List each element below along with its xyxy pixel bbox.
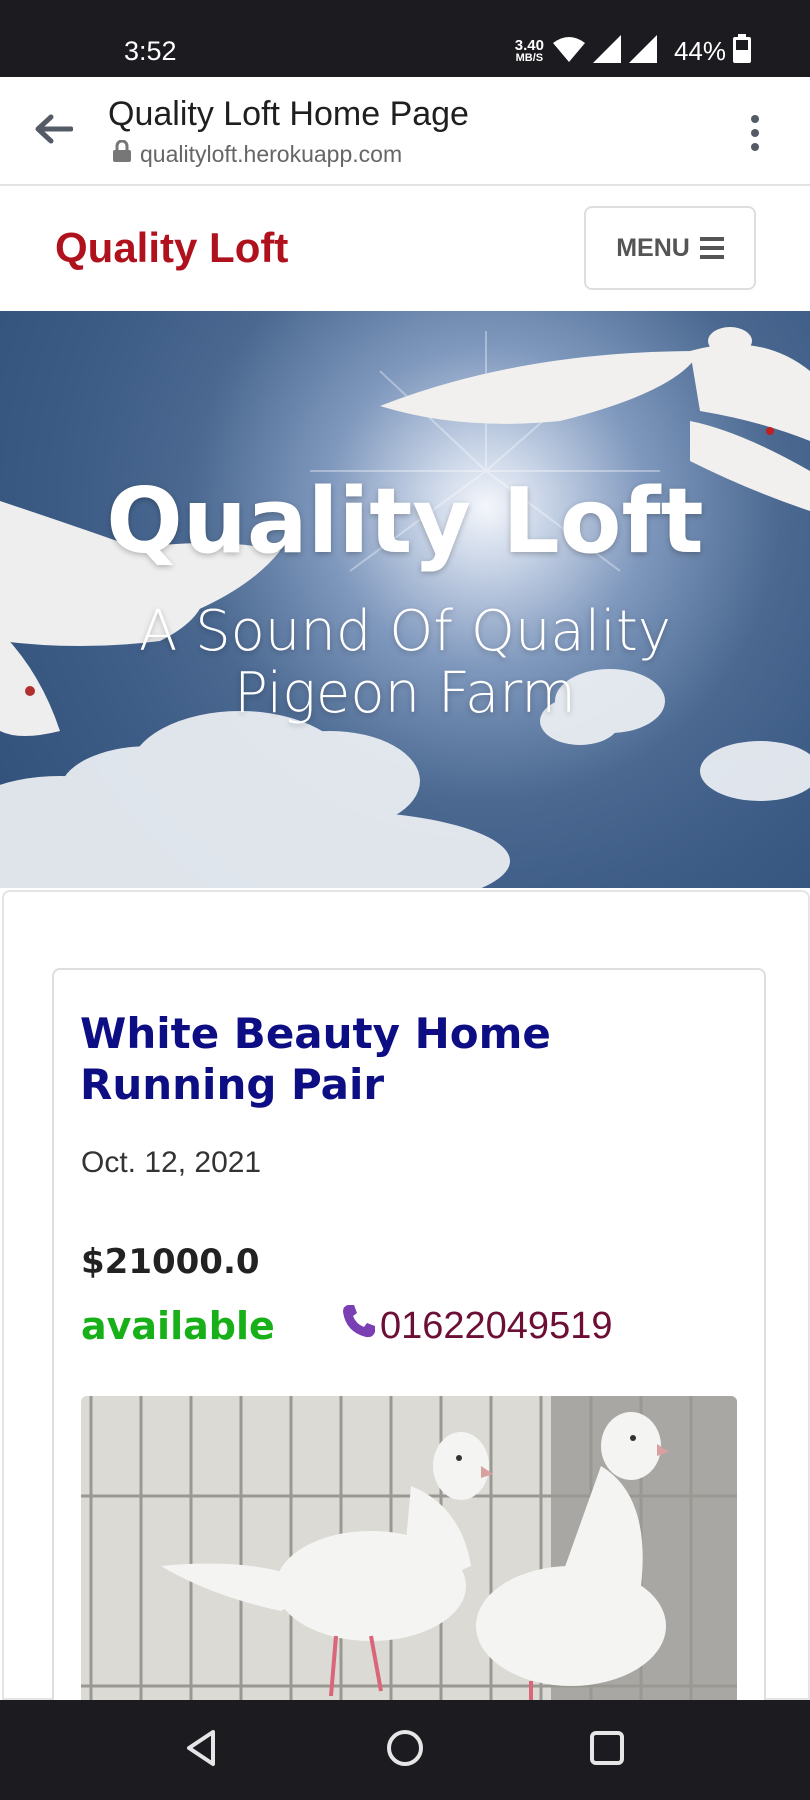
triangle-back-icon xyxy=(183,1728,223,1773)
browser-toolbar: Quality Loft Home Page qualityloft.herok… xyxy=(0,77,810,186)
arrow-left-icon xyxy=(33,113,74,150)
status-indicators: 3.40 MB/S 44% xyxy=(515,33,752,69)
post-card[interactable]: White Beauty Home Running Pair Oct. 12, … xyxy=(52,968,766,1728)
back-button[interactable] xyxy=(30,111,76,151)
hero-banner: Quality Loft A Sound Of Quality Pigeon F… xyxy=(0,311,810,888)
wifi-icon xyxy=(552,35,586,68)
lock-icon xyxy=(112,139,132,168)
site-navbar: Quality Loft MENU xyxy=(0,188,810,311)
cell-signal-icon xyxy=(628,34,658,69)
url-display[interactable]: qualityloft.herokuapp.com xyxy=(112,139,403,168)
post-date: Oct. 12, 2021 xyxy=(81,1146,262,1179)
nav-home-button[interactable] xyxy=(385,1728,425,1773)
phone-link[interactable]: 01622049519 xyxy=(340,1302,612,1350)
hamburger-icon xyxy=(699,237,724,259)
nav-recents-button[interactable] xyxy=(587,1730,627,1770)
system-navigation-bar xyxy=(0,1700,810,1800)
page-title: Quality Loft Home Page xyxy=(108,95,469,133)
kebab-dot xyxy=(751,115,759,123)
hero-subtitle: A Sound Of Quality Pigeon Farm xyxy=(139,599,671,726)
menu-label: MENU xyxy=(616,233,690,262)
system-status-bar: 3:52 3.40 MB/S 44% xyxy=(0,0,810,77)
site-brand[interactable]: Quality Loft xyxy=(55,224,288,272)
menu-button[interactable]: MENU xyxy=(584,206,756,290)
post-price: $21000.0 xyxy=(81,1242,260,1282)
nav-back-button[interactable] xyxy=(183,1728,223,1773)
square-recents-icon xyxy=(587,1728,627,1773)
posts-container: White Beauty Home Running Pair Oct. 12, … xyxy=(2,890,810,1728)
network-speed-unit: MB/S xyxy=(515,52,544,64)
battery-percent: 44% xyxy=(673,35,726,66)
availability-status: available xyxy=(81,1304,275,1348)
url-text: qualityloft.herokuapp.com xyxy=(140,140,403,167)
phone-number: 01622049519 xyxy=(380,1304,613,1347)
network-speed: 3.40 MB/S xyxy=(515,38,544,64)
hero-title: Quality Loft xyxy=(106,469,704,574)
cell-signal-icon xyxy=(592,34,622,69)
post-title[interactable]: White Beauty Home Running Pair xyxy=(80,1008,720,1110)
post-image[interactable] xyxy=(81,1396,737,1716)
kebab-dot xyxy=(751,143,759,151)
status-time: 3:52 xyxy=(124,36,177,66)
kebab-dot xyxy=(751,129,759,137)
phone-icon xyxy=(340,1302,378,1350)
overflow-menu-button[interactable] xyxy=(740,111,770,155)
battery-icon xyxy=(732,33,752,69)
network-speed-value: 3.40 xyxy=(514,37,544,54)
circle-home-icon xyxy=(385,1728,425,1773)
